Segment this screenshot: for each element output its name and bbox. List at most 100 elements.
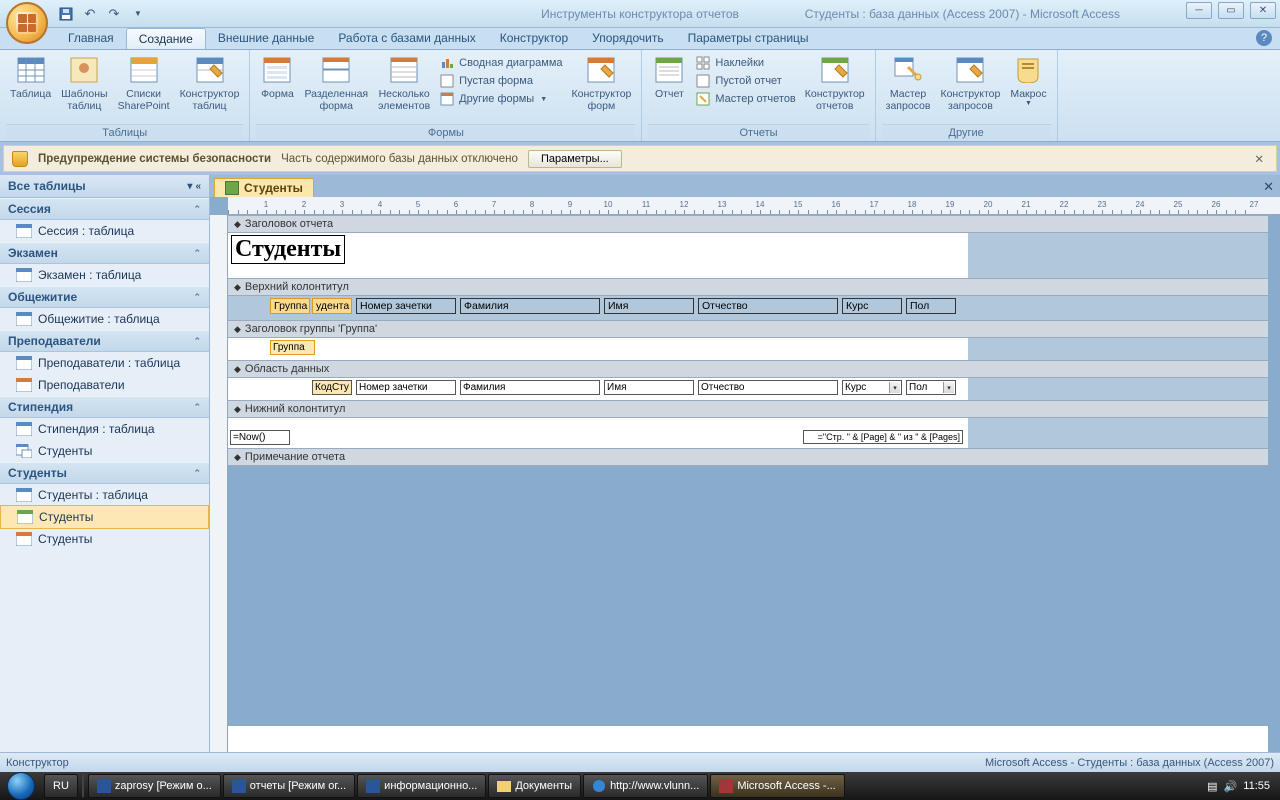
tab-create[interactable]: Создание <box>126 28 206 49</box>
nav-item-studenty-report[interactable]: Студенты <box>0 505 209 529</box>
nav-item-studenty-form[interactable]: Студенты <box>0 528 209 550</box>
security-options-button[interactable]: Параметры... <box>528 150 622 168</box>
combo-dropdown-icon[interactable]: ▾ <box>943 382 954 393</box>
nav-group-ekzamen[interactable]: Экзамен⌃ <box>0 242 209 264</box>
labels-button[interactable]: Наклейки <box>692 54 798 72</box>
chevron-down-icon[interactable]: ▾ <box>187 181 192 192</box>
split-form-button[interactable]: Разделенная форма <box>300 52 372 114</box>
report-design-surface[interactable]: 1234567891011121314151617181920212223242… <box>210 197 1280 752</box>
tab-database-tools[interactable]: Работа с базами данных <box>326 28 487 49</box>
nav-item-prepodavateli-form[interactable]: Преподаватели <box>0 374 209 396</box>
report-button[interactable]: Отчет <box>648 52 690 102</box>
section-bar-page-footer[interactable]: ◆Нижний колонтитул <box>228 400 1268 418</box>
office-button[interactable] <box>6 2 48 44</box>
nav-item-sessia-table[interactable]: Сессия : таблица <box>0 220 209 242</box>
table-templates-button[interactable]: Шаблоны таблиц <box>57 52 111 114</box>
column-header-gruppa[interactable]: Группа <box>270 298 310 314</box>
query-design-button[interactable]: Конструктор запросов <box>936 52 1004 114</box>
column-header-kurs[interactable]: Курс <box>842 298 902 314</box>
nav-group-sessia[interactable]: Сессия⌃ <box>0 198 209 220</box>
detail-field-otchestvo[interactable]: Отчество <box>698 380 838 395</box>
nav-item-obshezhitie-table[interactable]: Общежитие : таблица <box>0 308 209 330</box>
undo-icon[interactable]: ↶ <box>80 4 100 24</box>
tab-page-setup[interactable]: Параметры страницы <box>676 28 821 49</box>
nav-item-studenty-table[interactable]: Студенты : таблица <box>0 484 209 506</box>
taskbar-item-access[interactable]: Microsoft Access -... <box>710 774 844 798</box>
nav-group-obshezhitie[interactable]: Общежитие⌃ <box>0 286 209 308</box>
column-header-imya[interactable]: Имя <box>604 298 694 314</box>
multiple-items-button[interactable]: Несколько элементов <box>374 52 434 114</box>
nav-item-stipendiya-table[interactable]: Стипендия : таблица <box>0 418 209 440</box>
tab-home[interactable]: Главная <box>56 28 126 49</box>
nav-pane-header[interactable]: Все таблицы ▾« <box>0 175 209 198</box>
tray-icon[interactable]: ▤ <box>1207 780 1217 793</box>
detail-field-familiya[interactable]: Фамилия <box>460 380 600 395</box>
table-button[interactable]: Таблица <box>6 52 55 102</box>
tray-clock[interactable]: 11:55 <box>1243 780 1270 792</box>
footer-page-expression[interactable]: ="Стр. " & [Page] & " из " & [Pages] <box>803 430 963 444</box>
report-wizard-button[interactable]: Мастер отчетов <box>692 90 798 108</box>
maximize-button[interactable]: ▭ <box>1218 2 1244 19</box>
tray-icon[interactable]: 🔊 <box>1224 780 1238 793</box>
query-wizard-button[interactable]: Мастер запросов <box>882 52 935 114</box>
nav-group-prepodavateli[interactable]: Преподаватели⌃ <box>0 330 209 352</box>
tab-design[interactable]: Конструктор <box>488 28 580 49</box>
taskbar-item-browser[interactable]: http://www.vlunn... <box>583 774 708 798</box>
tab-arrange[interactable]: Упорядочить <box>580 28 675 49</box>
save-icon[interactable] <box>56 4 76 24</box>
section-bar-page-header[interactable]: ◆Верхний колонтитул <box>228 278 1268 296</box>
security-close-icon[interactable]: ✕ <box>1250 152 1268 166</box>
taskbar-item-zaprosy[interactable]: zaprosy [Режим о... <box>88 774 221 798</box>
footer-now-expression[interactable]: =Now() <box>230 430 290 445</box>
nav-item-ekzamen-table[interactable]: Экзамен : таблица <box>0 264 209 286</box>
form-button[interactable]: Форма <box>256 52 298 102</box>
section-bar-detail[interactable]: ◆Область данных <box>228 360 1268 378</box>
document-close-icon[interactable]: ✕ <box>1257 177 1280 197</box>
taskbar-item-info[interactable]: информационно... <box>357 774 486 798</box>
column-header-pol[interactable]: Пол <box>906 298 956 314</box>
close-button[interactable]: ✕ <box>1250 2 1276 19</box>
column-header-nomer[interactable]: Номер зачетки <box>356 298 456 314</box>
start-button[interactable] <box>0 772 42 800</box>
detail-field-kurs[interactable]: Курс▾ <box>842 380 902 395</box>
nav-group-stipendiya[interactable]: Стипендия⌃ <box>0 396 209 418</box>
document-tab-studenty[interactable]: Студенты <box>214 178 314 197</box>
report-design-button[interactable]: Конструктор отчетов <box>801 52 869 114</box>
more-forms-button[interactable]: Другие формы▼ <box>436 90 565 108</box>
detail-field-nomer[interactable]: Номер зачетки <box>356 380 456 395</box>
blank-form-button[interactable]: Пустая форма <box>436 72 565 90</box>
column-header-familiya[interactable]: Фамилия <box>460 298 600 314</box>
help-icon[interactable]: ? <box>1256 30 1272 46</box>
qat-dropdown-icon[interactable]: ▼ <box>128 4 148 24</box>
section-bar-group-header[interactable]: ◆Заголовок группы 'Группа' <box>228 320 1268 338</box>
macro-button[interactable]: Макрос▼ <box>1006 52 1050 110</box>
pivotchart-button[interactable]: Сводная диаграмма <box>436 54 565 72</box>
table-design-button[interactable]: Конструктор таблиц <box>176 52 244 114</box>
minimize-button[interactable]: ─ <box>1186 2 1212 19</box>
sharepoint-lists-button[interactable]: Списки SharePoint <box>114 52 174 114</box>
form-design-button[interactable]: Конструктор форм <box>568 52 636 114</box>
combo-dropdown-icon[interactable]: ▾ <box>889 382 900 393</box>
section-bar-report-footer[interactable]: ◆Примечание отчета <box>228 448 1268 466</box>
report-title-label[interactable]: Студенты <box>231 235 345 264</box>
detail-field-imya[interactable]: Имя <box>604 380 694 395</box>
section-bar-report-header[interactable]: ◆Заголовок отчета <box>228 215 1268 233</box>
nav-item-stipendiya-students[interactable]: Студенты <box>0 440 209 462</box>
taskbar-lang[interactable]: RU <box>44 774 78 798</box>
taskbar-item-documents[interactable]: Документы <box>488 774 581 798</box>
nav-group-studenty[interactable]: Студенты⌃ <box>0 462 209 484</box>
column-header-studenta[interactable]: удента <box>312 298 352 314</box>
taskbar-item-otchety[interactable]: отчеты [Режим ог... <box>223 774 355 798</box>
blank-report-button[interactable]: Пустой отчет <box>692 72 798 90</box>
redo-icon[interactable]: ↷ <box>104 4 124 24</box>
nav-item-prepodavateli-table[interactable]: Преподаватели : таблица <box>0 352 209 374</box>
horizontal-ruler[interactable]: 1234567891011121314151617181920212223242… <box>228 197 1280 215</box>
detail-field-pol[interactable]: Пол▾ <box>906 380 956 395</box>
column-header-otchestvo[interactable]: Отчество <box>698 298 838 314</box>
vertical-ruler[interactable] <box>210 215 228 752</box>
tab-external-data[interactable]: Внешние данные <box>206 28 327 49</box>
report-canvas[interactable]: ◆Заголовок отчета Студенты ◆Верхний коло… <box>228 215 1268 752</box>
group-field-gruppa[interactable]: Группа <box>270 340 315 355</box>
detail-field-kod[interactable]: КодСту <box>312 380 352 395</box>
collapse-pane-icon[interactable]: « <box>195 181 201 192</box>
